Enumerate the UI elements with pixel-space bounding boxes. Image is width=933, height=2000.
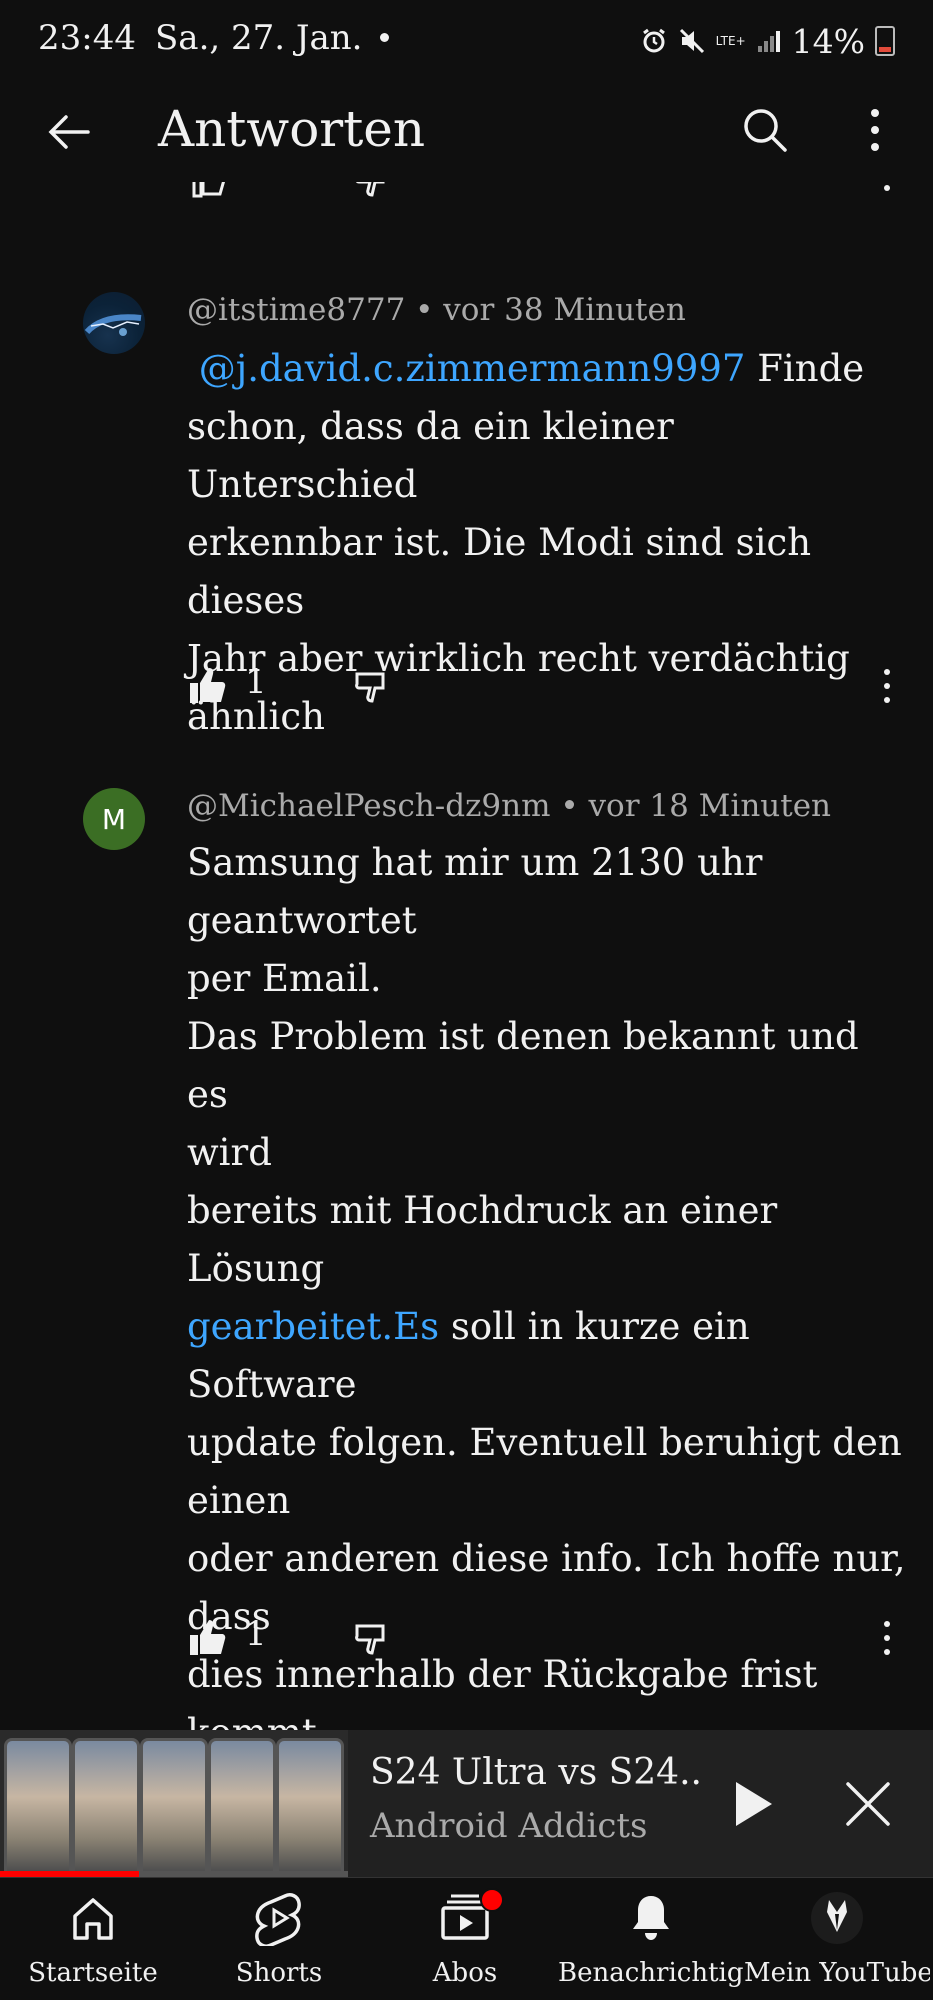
comment-line: oder anderen diese info. Ich hoffe nur, <box>187 1537 906 1580</box>
comment-line-text: Finde <box>745 347 865 390</box>
page-title: Antworten <box>158 100 426 158</box>
like-count: 1 <box>245 662 267 702</box>
separator-dot: • <box>560 788 589 824</box>
thumbnail-phone <box>4 1738 72 1877</box>
notification-badge <box>480 1888 504 1912</box>
comment-meta: @MichaelPesch-dz9nm • vor 18 Minuten <box>187 788 831 824</box>
comment-line: Samsung hat mir um 2130 uhr <box>187 841 763 884</box>
comment-line: per Email. <box>187 957 382 1000</box>
separator-dot: • <box>415 292 444 328</box>
signal-icon <box>757 31 780 52</box>
top-app-bar: Antworten <box>0 82 933 182</box>
dislike-icon[interactable] <box>352 1620 392 1660</box>
battery-percent: 14% <box>791 21 865 61</box>
nav-item-subscriptions[interactable]: Abos <box>372 1878 558 2000</box>
comment-line: update folgen. Eventuell beruhigt den <box>187 1421 902 1464</box>
comment-line: einen <box>187 1479 291 1522</box>
comment-line: geantwortet <box>187 899 417 942</box>
thumbnail-phone <box>276 1738 344 1877</box>
close-icon[interactable] <box>838 1774 898 1834</box>
comment-time: vor 18 Minuten <box>588 788 832 824</box>
search-icon[interactable] <box>735 100 795 160</box>
comment-item: @itstime8777 • vor 38 Minuten @j.david.c… <box>0 288 933 738</box>
notification-dot-icon <box>380 33 389 42</box>
mute-icon <box>679 28 704 54</box>
comment-meta: @itstime8777 • vor 38 Minuten <box>187 292 686 328</box>
nav-label: Shorts <box>235 1958 323 1988</box>
comment-line: gearbeitet.Es soll in kurze ein Software <box>187 1298 907 1414</box>
mention-link[interactable]: @j.david.c.zimmermann9997 <box>199 347 746 390</box>
status-icons: LTE+ 14% <box>640 18 895 64</box>
nav-item-my-youtube[interactable]: Mein YouTube <box>744 1878 930 2000</box>
avatar-icon <box>811 1892 863 1944</box>
video-thumbnail[interactable] <box>0 1730 348 1877</box>
nav-label: Startseite <box>28 1958 158 1988</box>
play-icon[interactable] <box>722 1774 782 1834</box>
nav-label: Abos <box>432 1958 498 1988</box>
shorts-icon <box>255 1893 301 1946</box>
comment-line: erkennbar ist. Die Modi sind sich dieses <box>187 521 812 622</box>
home-icon <box>73 1898 113 1940</box>
bottom-navigation: Startseite Shorts Abos Benachrichtig... <box>0 1877 933 2000</box>
more-vert-icon[interactable] <box>877 182 897 196</box>
like-icon[interactable] <box>187 666 227 706</box>
comment-time: vor 38 Minuten <box>443 292 686 328</box>
like-count: 1 <box>245 1614 267 1654</box>
comment-author[interactable]: @MichaelPesch-dz9nm <box>187 788 551 824</box>
avatar[interactable]: M <box>83 788 145 850</box>
more-vert-icon[interactable] <box>877 664 897 708</box>
avatar-image <box>84 314 142 336</box>
nav-item-notifications[interactable]: Benachrichtig... <box>558 1878 744 2000</box>
status-date: Sa., 27. Jan. <box>155 18 363 58</box>
comment-actions: 1 <box>187 658 907 714</box>
comment-actions: 1 <box>187 1610 907 1666</box>
more-vert-icon[interactable] <box>845 100 905 160</box>
nav-label: Mein YouTube <box>744 1958 930 1988</box>
like-icon[interactable] <box>190 182 226 198</box>
mini-player[interactable]: S24 Ultra vs S24.. Android Addicts <box>0 1730 933 1877</box>
nav-item-shorts[interactable]: Shorts <box>186 1878 372 2000</box>
comment-line: Das Problem ist denen bekannt und es <box>187 1015 859 1116</box>
comment-line: wird <box>187 1131 272 1174</box>
thumbnail-phone <box>208 1738 276 1877</box>
comment-line: @j.david.c.zimmermann9997 Finde <box>187 340 907 398</box>
dislike-icon[interactable] <box>352 668 392 708</box>
more-vert-icon[interactable] <box>877 1616 897 1660</box>
comment-item: M @MichaelPesch-dz9nm • vor 18 Minuten S… <box>0 784 933 1754</box>
status-time: 23:44 <box>38 18 136 58</box>
web-link[interactable]: gearbeitet.Es <box>187 1305 439 1348</box>
comment-author[interactable]: @itstime8777 <box>187 292 405 328</box>
status-bar: 23:44 Sa., 27. Jan. LTE+ 14% <box>0 0 933 82</box>
dislike-icon[interactable] <box>352 182 392 202</box>
nav-label: Benachrichtig... <box>558 1958 744 1988</box>
back-arrow-icon[interactable] <box>40 102 100 162</box>
previous-comment-actions-partial <box>0 182 933 212</box>
bell-icon <box>633 1896 669 1940</box>
nav-item-home[interactable]: Startseite <box>0 1878 186 2000</box>
thumbnail-phone <box>72 1738 140 1877</box>
thumbnail-phone <box>140 1738 208 1877</box>
network-type: LTE+ <box>715 34 746 48</box>
avatar[interactable] <box>83 292 145 354</box>
app-screen: 23:44 Sa., 27. Jan. LTE+ 14% Antworten @… <box>0 0 933 2000</box>
alarm-icon <box>642 28 665 53</box>
battery-icon <box>875 26 895 56</box>
comment-line: schon, dass da ein kleiner Unterschied <box>187 405 674 506</box>
comment-line: bereits mit Hochdruck an einer Lösung <box>187 1189 778 1290</box>
like-icon[interactable] <box>187 1618 227 1658</box>
video-title[interactable]: S24 Ultra vs S24.. <box>370 1752 702 1793</box>
channel-name: Android Addicts <box>370 1806 648 1846</box>
